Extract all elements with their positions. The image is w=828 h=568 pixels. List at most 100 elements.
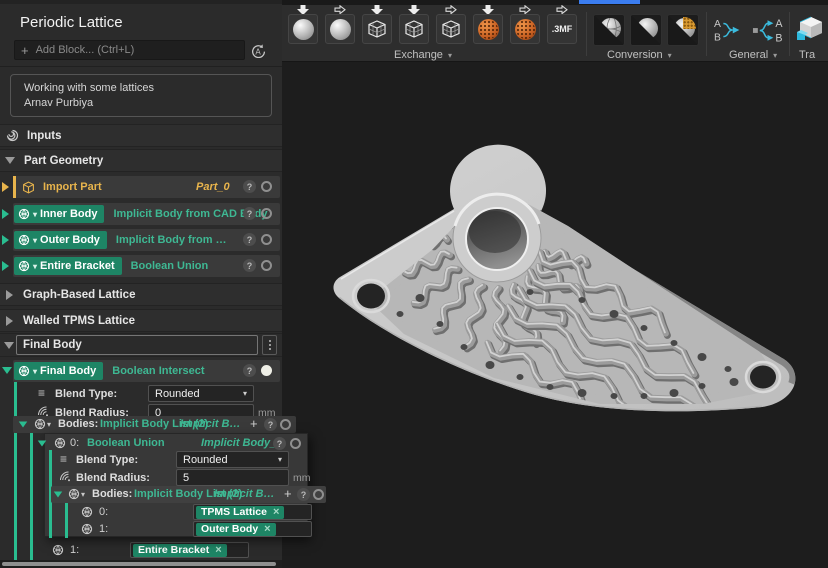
chevron-down-icon: ▾ xyxy=(448,51,452,60)
export-3mf-button[interactable]: .3MF xyxy=(547,14,577,44)
add-item-icon[interactable]: + xyxy=(284,486,292,501)
merge-button[interactable] xyxy=(713,17,745,49)
transform-group-label[interactable]: Tra xyxy=(799,49,815,61)
help-icon[interactable]: ? xyxy=(273,437,286,450)
expand-triangle-icon[interactable] xyxy=(6,316,13,326)
help-icon[interactable]: ? xyxy=(297,488,310,501)
export-cad-button[interactable] xyxy=(436,14,466,44)
blend-radius-input[interactable]: 5 xyxy=(176,469,289,486)
help-icon[interactable]: ? xyxy=(243,180,256,193)
general-group-label[interactable]: General▾ xyxy=(729,49,777,61)
export-mesh-button[interactable] xyxy=(325,14,355,44)
block-badge[interactable]: ▾ Inner Body xyxy=(14,205,104,223)
remove-icon[interactable]: × xyxy=(215,545,221,556)
reference-chip[interactable]: Entire Bracket × xyxy=(133,544,227,557)
export-implicit-button[interactable] xyxy=(510,14,540,44)
expand-triangle-icon[interactable] xyxy=(4,342,14,349)
help-icon[interactable]: ? xyxy=(264,418,277,431)
body-item-field[interactable]: Outer Body × xyxy=(193,521,312,537)
block-type[interactable]: Boolean Union xyxy=(87,437,165,449)
body-item-field[interactable]: TPMS Lattice × xyxy=(193,504,312,520)
block-row-entire-bracket[interactable]: ▾ Entire Bracket Boolean Union ? xyxy=(13,255,280,277)
body-item-field[interactable]: Entire Bracket × xyxy=(130,542,249,558)
chevron-down-icon: ▾ xyxy=(33,262,37,271)
visibility-toggle[interactable] xyxy=(261,365,272,376)
blend-radius-icon xyxy=(59,470,71,482)
bodies-row-final-body[interactable]: ▾ Bodies: Implicit Body List (2) Implici… xyxy=(13,416,296,433)
mesh-sphere-icon xyxy=(293,19,314,40)
section-part-geometry[interactable]: Part Geometry xyxy=(0,149,282,172)
group-divider xyxy=(706,12,707,56)
notes-box[interactable]: Working with some lattices Arnav Purbiya xyxy=(10,74,272,117)
horizontal-scrollbar[interactable] xyxy=(0,560,282,568)
expand-triangle-icon[interactable] xyxy=(2,235,9,245)
block-row-inner-body[interactable]: ▾ Inner Body Implicit Body from CAD Body… xyxy=(13,203,280,225)
blend-type-dropdown[interactable]: Rounded ▾ xyxy=(148,385,254,402)
visibility-toggle[interactable] xyxy=(313,489,324,500)
collapse-triangle-icon[interactable] xyxy=(38,441,47,447)
expand-triangle-icon[interactable] xyxy=(5,157,15,164)
help-icon[interactable]: ? xyxy=(243,207,256,220)
visibility-toggle[interactable] xyxy=(261,260,272,271)
convert-to-mesh-button[interactable] xyxy=(593,14,625,46)
exchange-group-label[interactable]: Exchange▾ xyxy=(394,49,452,61)
blend-type-dropdown[interactable]: Rounded ▾ xyxy=(176,451,289,468)
scrollbar-thumb[interactable] xyxy=(2,562,276,566)
nesting-guide xyxy=(30,433,33,560)
expand-triangle-icon[interactable] xyxy=(2,261,9,271)
split-button[interactable] xyxy=(752,17,786,49)
section-inputs[interactable]: Inputs xyxy=(0,124,282,147)
expand-triangle-icon[interactable] xyxy=(2,209,9,219)
collapse-triangle-icon[interactable] xyxy=(19,422,28,428)
block-name: Implicit Body_5 xyxy=(201,437,282,449)
remove-icon[interactable]: × xyxy=(264,524,270,535)
add-item-icon[interactable]: + xyxy=(250,416,258,431)
notebook-title: Periodic Lattice xyxy=(20,14,123,31)
convert-to-body-button[interactable] xyxy=(630,14,662,46)
visibility-toggle[interactable] xyxy=(261,181,272,192)
bodies-row-boolean-union[interactable]: ▾ Bodies: Implicit Body List (2) Implici… xyxy=(51,486,326,503)
visibility-toggle[interactable] xyxy=(261,208,272,219)
block-row-import-part[interactable]: Import Part Part_0 ? xyxy=(13,176,280,198)
import-implicit-button[interactable] xyxy=(473,14,503,44)
section-walled-tpms-lattice[interactable]: Walled TPMS Lattice xyxy=(0,309,282,332)
block-badge[interactable]: ▾ Final Body xyxy=(14,362,103,380)
add-block-input[interactable]: + Add Block... (Ctrl+L) xyxy=(14,40,245,60)
visibility-toggle[interactable] xyxy=(280,419,291,430)
chevron-down-icon: ▾ xyxy=(33,210,37,219)
remove-icon[interactable]: × xyxy=(273,507,279,518)
section-menu-button[interactable] xyxy=(262,335,277,355)
collapse-triangle-icon[interactable] xyxy=(54,492,63,498)
block-badge[interactable]: ▾ Outer Body xyxy=(14,231,107,249)
block-row-outer-body[interactable]: ▾ Outer Body Implicit Body from CAD Bo..… xyxy=(13,229,280,251)
reference-chip[interactable]: TPMS Lattice × xyxy=(196,506,284,519)
section-title-box[interactable]: Final Body xyxy=(16,335,258,355)
block-type: Boolean Union xyxy=(131,260,209,272)
collapse-triangle-icon[interactable] xyxy=(2,367,12,374)
section-final-body[interactable]: Final Body xyxy=(0,333,282,357)
help-icon[interactable]: ? xyxy=(243,233,256,246)
conversion-group-label[interactable]: Conversion▾ xyxy=(607,49,672,61)
block-row-final-body[interactable]: ▾ Final Body Boolean Intersect ? xyxy=(13,360,280,382)
visibility-toggle[interactable] xyxy=(261,234,272,245)
transform-button[interactable] xyxy=(796,14,826,49)
import-mesh-button[interactable] xyxy=(288,14,318,44)
auto-update-icon[interactable] xyxy=(250,42,266,58)
bracket-part xyxy=(282,62,828,568)
help-icon[interactable]: ? xyxy=(243,259,256,272)
section-graph-based-lattice[interactable]: Graph-Based Lattice xyxy=(0,283,282,306)
visibility-toggle[interactable] xyxy=(290,438,301,449)
list-icon: ≡ xyxy=(38,387,45,399)
expand-triangle-icon[interactable] xyxy=(6,290,13,300)
viewport-3d[interactable] xyxy=(282,62,828,568)
spiral-icon xyxy=(6,129,19,142)
convert-to-implicit-button[interactable] xyxy=(667,14,699,46)
group-divider xyxy=(789,12,790,56)
section-label: Final Body xyxy=(23,339,82,351)
help-icon[interactable]: ? xyxy=(243,364,256,377)
expand-triangle-icon[interactable] xyxy=(2,182,9,192)
block-badge[interactable]: ▾ Entire Bracket xyxy=(14,257,122,275)
import-lattice-button[interactable] xyxy=(362,14,392,44)
reference-chip[interactable]: Outer Body × xyxy=(196,523,276,536)
import-cad-button[interactable] xyxy=(399,14,429,44)
